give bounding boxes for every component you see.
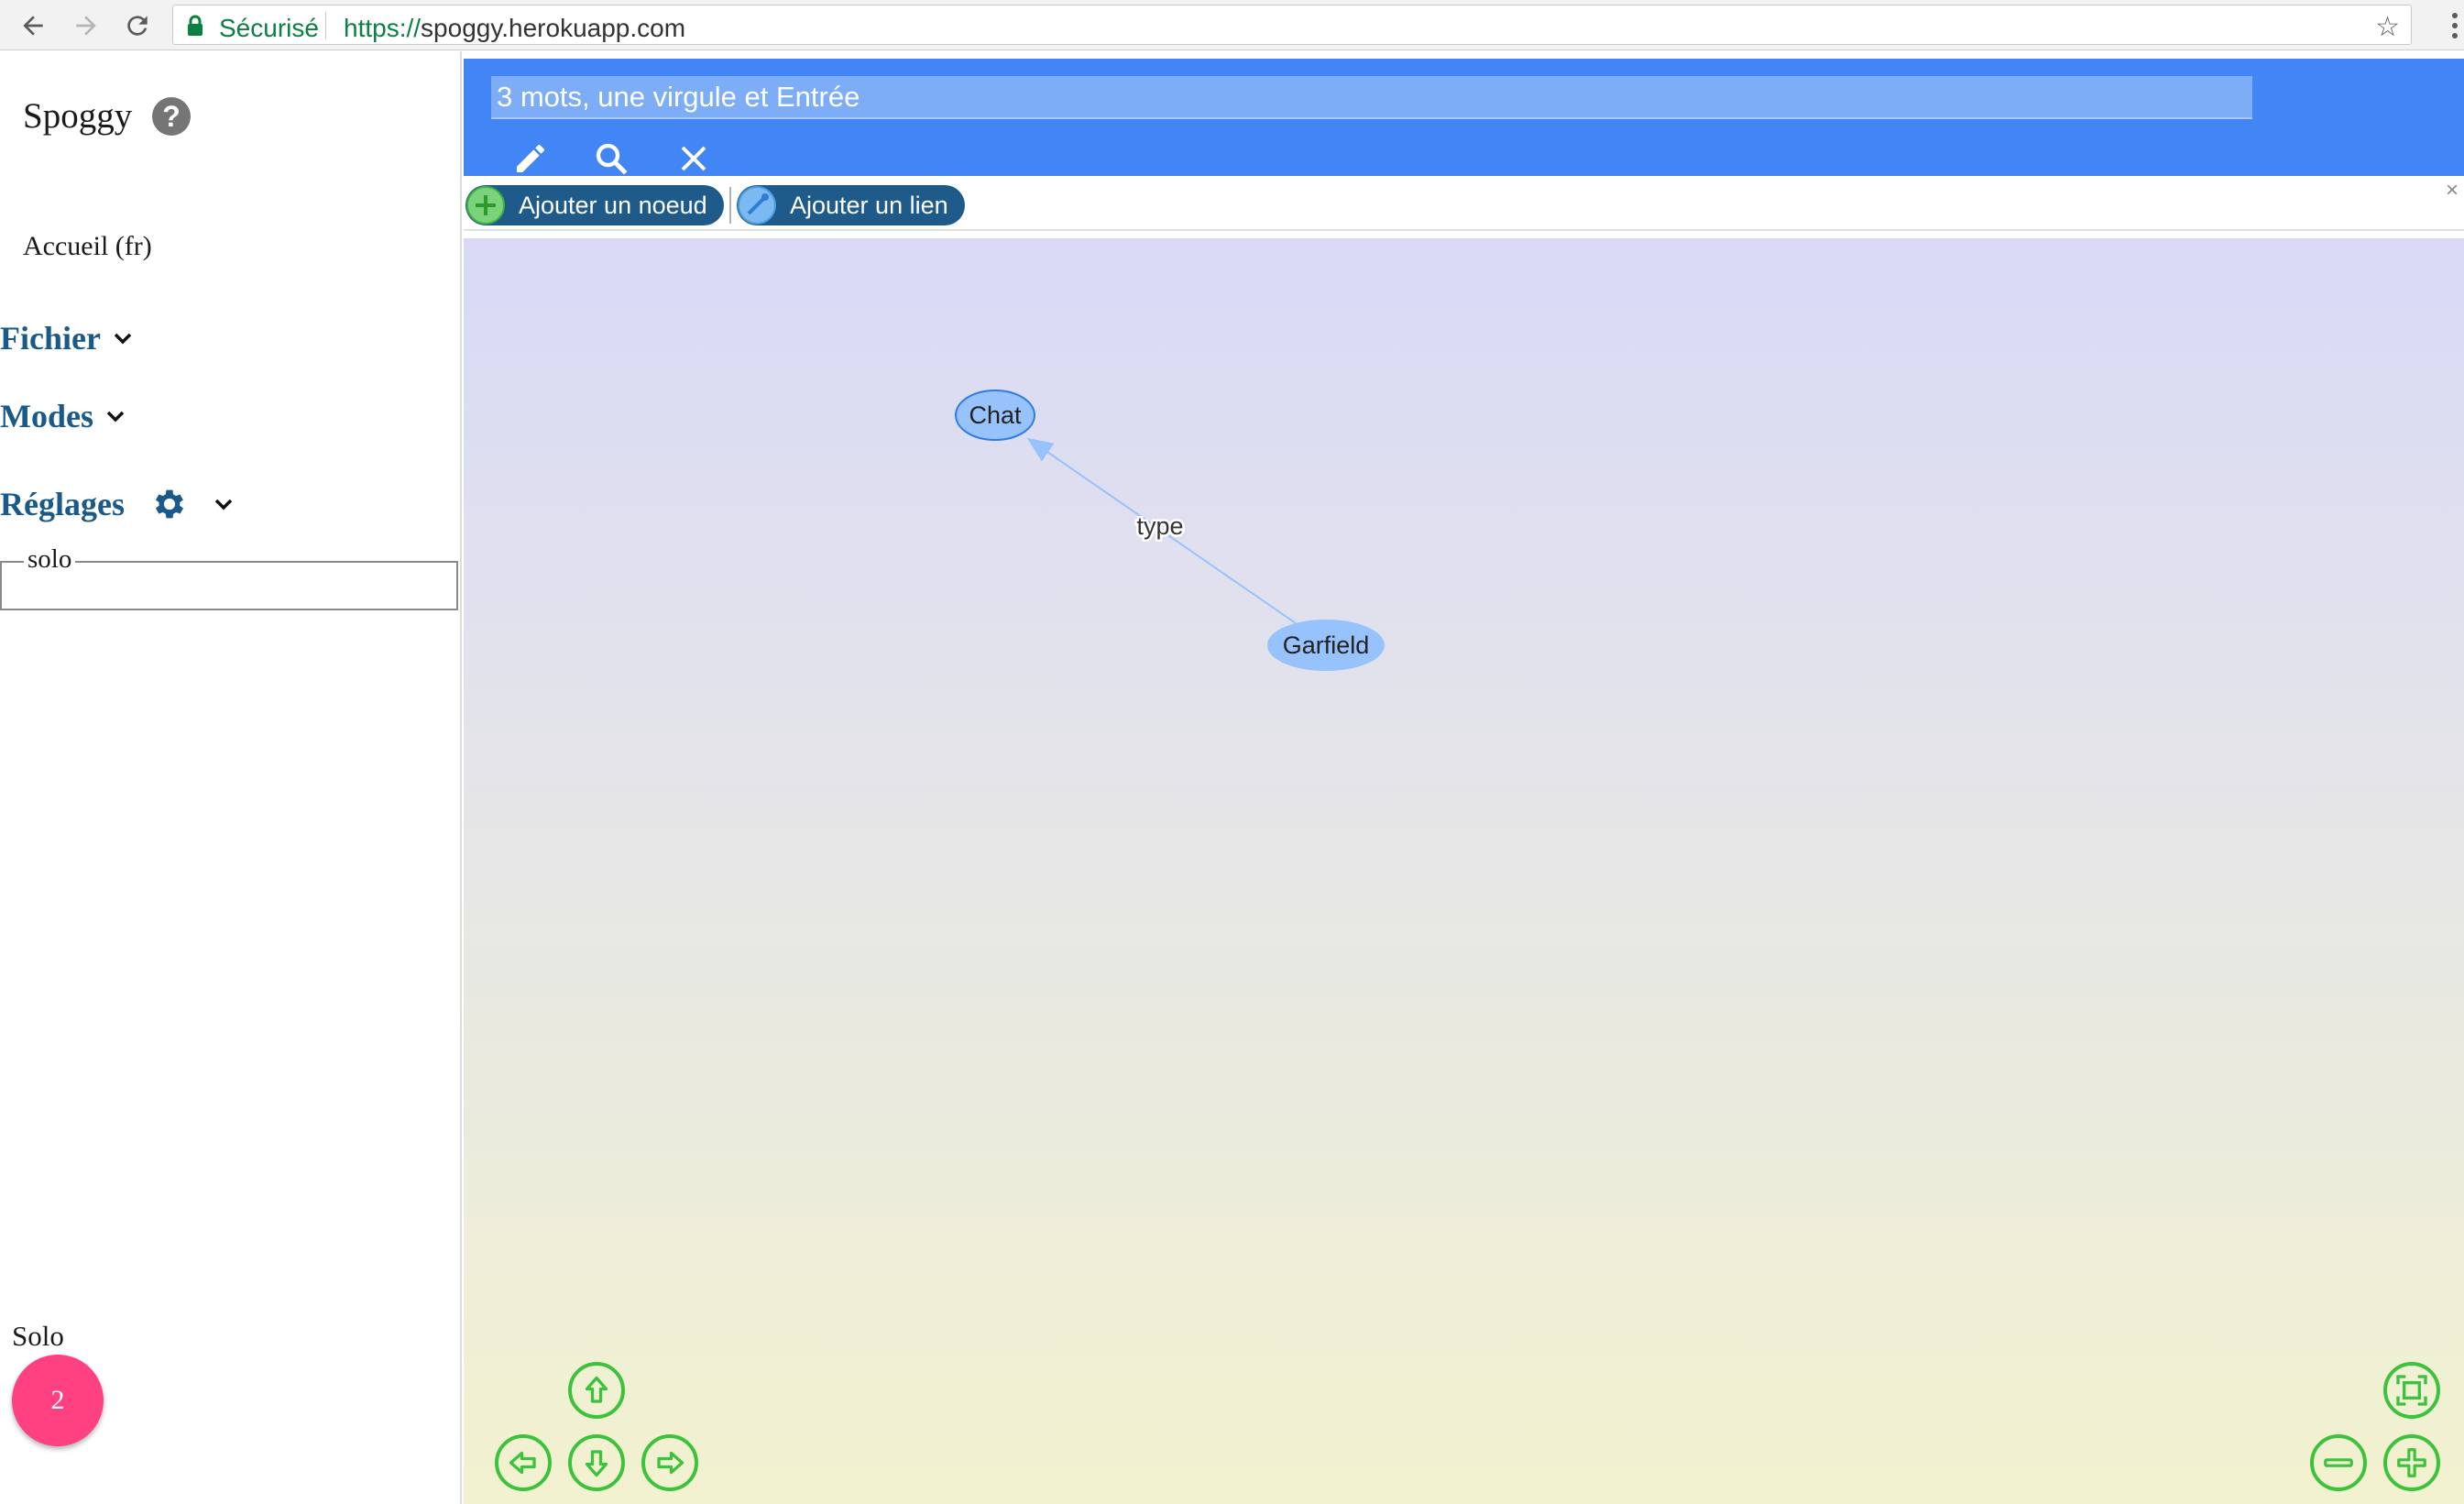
graph-svg: type Chat Garfield (955, 390, 1385, 671)
toolbar-separator (729, 187, 731, 224)
add-edge-button[interactable]: Ajouter un lien (737, 185, 965, 225)
zoom-in-button[interactable] (2383, 1434, 2440, 1491)
chevron-down-icon (213, 493, 235, 515)
arrow-down-icon (585, 1450, 608, 1477)
pan-right-button[interactable] (641, 1434, 698, 1491)
count-badge[interactable]: 2 (12, 1355, 104, 1446)
close-icon[interactable] (673, 137, 715, 180)
add-edge-icon (737, 185, 777, 225)
menu-settings-label: Réglages (0, 486, 125, 522)
top-bar (464, 59, 2464, 176)
zoom-out-icon (2324, 1458, 2353, 1467)
graph-node[interactable]: Garfield (1267, 620, 1385, 671)
app-title: Spoggy (23, 96, 133, 136)
graph-canvas[interactable]: type Chat Garfield (464, 238, 2464, 1504)
add-node-icon (465, 185, 506, 225)
bookmark-star-icon[interactable]: ☆ (2375, 11, 2400, 43)
graph-node[interactable]: Chat (955, 390, 1035, 441)
menu-modes[interactable]: Modes (0, 397, 126, 435)
chevron-down-icon (104, 405, 126, 427)
forward-button[interactable] (68, 7, 104, 44)
arrow-up-icon (585, 1376, 608, 1403)
security-label: Sécurisé (219, 14, 319, 42)
sidebar: Spoggy ? Accueil (fr) Fichier Modes Régl… (0, 51, 462, 1504)
arrow-left-icon (509, 1451, 536, 1475)
add-node-button[interactable]: Ajouter un noeud (465, 185, 724, 225)
menu-settings[interactable]: Réglages (0, 485, 235, 523)
reload-icon (127, 16, 148, 36)
url-text: https://spoggy.herokuapp.com (344, 14, 685, 43)
back-arrow-icon (23, 16, 43, 36)
menu-file-label: Fichier (0, 320, 101, 357)
help-icon[interactable]: ? (152, 97, 191, 136)
mode-fieldset[interactable]: solo (0, 544, 458, 610)
pan-left-button[interactable] (495, 1434, 552, 1491)
edge-label[interactable]: type (1134, 510, 1186, 543)
back-button[interactable] (15, 7, 51, 44)
zoom-out-button[interactable] (2310, 1434, 2367, 1491)
arrow-right-icon (657, 1451, 684, 1475)
fit-view-icon (2396, 1375, 2427, 1406)
url-host: spoggy.herokuapp.com (421, 14, 686, 42)
pan-up-button[interactable] (568, 1362, 625, 1419)
reload-button[interactable] (119, 7, 156, 44)
browser-toolbar: Sécurisé https://spoggy.herokuapp.com ☆ (0, 0, 2464, 50)
node-label: Garfield (1283, 631, 1370, 659)
forward-arrow-icon (76, 16, 96, 36)
gear-icon (150, 485, 189, 523)
solo-label: Solo (12, 1320, 64, 1352)
pan-down-button[interactable] (568, 1434, 625, 1491)
main-area: Ajouter un noeud Ajouter un lien × type … (464, 59, 2464, 1504)
zoom-in-icon (2397, 1448, 2426, 1477)
browser-menu-icon[interactable] (2447, 7, 2463, 44)
pencil-icon[interactable] (509, 137, 552, 180)
add-node-label: Ajouter un noeud (519, 191, 707, 219)
home-link[interactable]: Accueil (fr) (23, 231, 152, 262)
address-bar[interactable]: Sécurisé https://spoggy.herokuapp.com ☆ (172, 5, 2412, 45)
node-label: Chat (969, 401, 1022, 429)
triple-input[interactable] (491, 76, 2252, 119)
menu-modes-label: Modes (0, 398, 93, 434)
mode-legend: solo (24, 544, 76, 575)
toolbar-close-icon[interactable]: × (2446, 178, 2459, 203)
address-divider (325, 12, 326, 39)
fit-view-button[interactable] (2383, 1362, 2440, 1419)
chevron-down-icon (112, 327, 134, 349)
menu-file[interactable]: Fichier (0, 319, 134, 357)
lock-icon (186, 15, 204, 41)
search-icon[interactable] (590, 137, 632, 180)
add-edge-label: Ajouter un lien (790, 191, 948, 219)
url-scheme: https:// (344, 14, 422, 42)
graph-toolbar: Ajouter un noeud Ajouter un lien × (464, 176, 2464, 231)
